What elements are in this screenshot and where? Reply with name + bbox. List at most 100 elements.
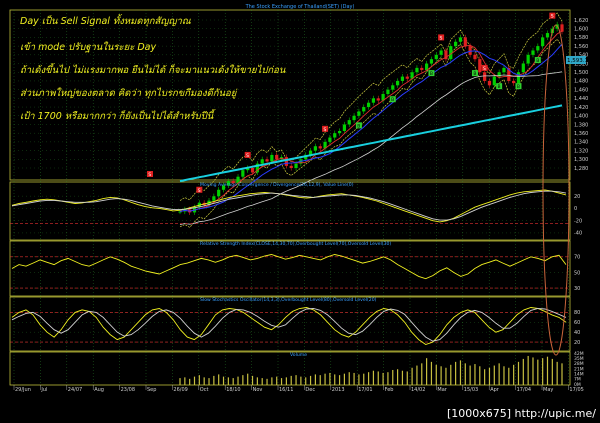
stoch-panel-title: Slow Stochastics Oscillator(14,3,3),Over… [200,297,377,303]
annotation-text-block: Day เป็น Sell Signal ทั้งหมดทุกสัญญาณ เข… [20,13,286,122]
candle-body [313,146,317,151]
price-panel-title: The Stock Exchange of Thailand(SET) (Day… [245,4,355,10]
price-tick-label: 1,380 [574,122,588,128]
candle-body [352,115,356,121]
candle-body [289,165,293,168]
last-price-label: 1,593.10 [567,58,592,64]
candle-body [260,159,264,164]
ma-long-line [179,104,563,183]
candle-body [512,80,516,84]
date-tick-label: Oct [200,387,209,393]
annotation-line-3: ถ้าเด้งขึ้นไป ไม่แรงมากพอ ยืนไม่ได้ ก็จะ… [20,62,286,76]
sell-marker-label: S [483,66,486,72]
price-tick-label: 1,340 [574,140,588,146]
volume-tick-label: 7M [574,377,581,383]
rsi-tick-label: 70 [574,255,580,261]
candle-body [212,196,216,201]
candle-body [487,80,492,86]
candle-body [468,46,472,55]
candle-body [347,120,351,125]
price-tick-label: 1,480 [574,79,588,85]
date-tick-label: 29/Jun [15,387,31,393]
price-tick-label: 1,360 [574,131,588,137]
upper-band [179,12,563,201]
ma-slow-line [179,71,563,225]
candle-body [342,124,347,131]
candle-body [275,154,279,160]
price-tick-label: 1,400 [574,114,588,120]
volume-panel-title: Volume [290,352,307,358]
watermark: [1000x675] http://upic.me/ [447,407,596,420]
rsi-panel-frame [9,240,571,297]
volume-tick-label: 42M [574,351,584,357]
macd-tick-label: -20 [574,218,582,224]
date-tick-label: Aug [94,387,104,393]
sell-marker-label: S [440,35,443,41]
date-tick-label: Mar [437,387,447,393]
price-tick-label: 1,620 [574,18,588,24]
rsi-series-line [11,254,567,280]
stoch-lines [10,307,570,345]
candle-body [333,133,337,138]
candle-body [516,72,521,84]
rsi-tick-label: 50 [574,270,580,276]
candle-body [502,67,506,73]
date-tick-label: 2013 [332,387,345,393]
macd-tick-label: 20 [574,194,580,200]
date-tick-label: 18/10 [226,387,240,393]
sell-marker-label: S [551,14,554,20]
candle-body [328,137,332,142]
date-tick-label: Dec [305,387,315,393]
price-axis: 1,6201,6001,5801,5601,5401,5201,5001,480… [574,18,588,172]
buy-marker-label: B [536,58,539,64]
sell-marker-label: S [246,153,249,159]
sell-marker-label: S [198,188,201,194]
price-tick-label: 1,580 [574,35,588,41]
date-tick-label: Apr [490,387,500,393]
stoch-axis: 80 60 40 20 [574,310,580,346]
price-tick-label: 1,320 [574,148,588,154]
date-axis: 29/Jun Jul 24/07 Aug 23/08 Sep 26/09 Oct 18/10 No… [13,385,584,393]
date-tick-label: 24/07 [68,387,82,393]
last-price-tag: 1,593.10 [566,56,592,64]
candle-body [318,146,322,149]
stoch-tick-label: 40 [574,330,580,336]
volume-tick-label: 14M [574,371,584,377]
candle-body [531,50,535,55]
candle-body [270,154,274,162]
candle-body [265,159,269,162]
date-tick-label: 17/05 [569,387,583,393]
buy-marker-label: B [391,97,394,103]
volume-tick-label: 21M [574,366,584,372]
date-tick-label: Feb [385,387,394,393]
stoch-tick-label: 60 [574,320,580,326]
macd-panel-frame [9,181,571,241]
price-tick-label: 1,560 [574,44,588,50]
candle-body [395,80,400,86]
candle-body [434,54,438,60]
candle-body [560,24,564,32]
buy-marker-label: B [473,71,476,77]
candle-body [483,72,487,81]
rsi-lines [10,254,570,289]
candle-body [492,76,496,86]
candle-body [458,37,463,42]
stoch-tick-label: 80 [574,310,580,316]
buy-marker-label: B [498,84,501,90]
candle-body [337,131,342,134]
volume-axis: 42M35M28M21M14M7M0M [574,351,584,388]
candle-body [478,59,482,73]
date-tick-label: 15/03 [464,387,478,393]
price-tick-label: 1,440 [574,96,588,102]
candle-body [376,98,380,101]
price-tick-label: 1,280 [574,166,588,172]
candle-body [541,37,545,47]
price-tick-label: 1,600 [574,27,588,33]
buy-marker-label: B [517,84,520,90]
price-tick-label: 1,420 [574,105,588,111]
date-tick-label: 23/08 [121,387,135,393]
candle-body [241,170,245,177]
candle-body [526,54,530,64]
candle-body [294,163,298,168]
macd-tick-label: 0 [574,206,577,212]
